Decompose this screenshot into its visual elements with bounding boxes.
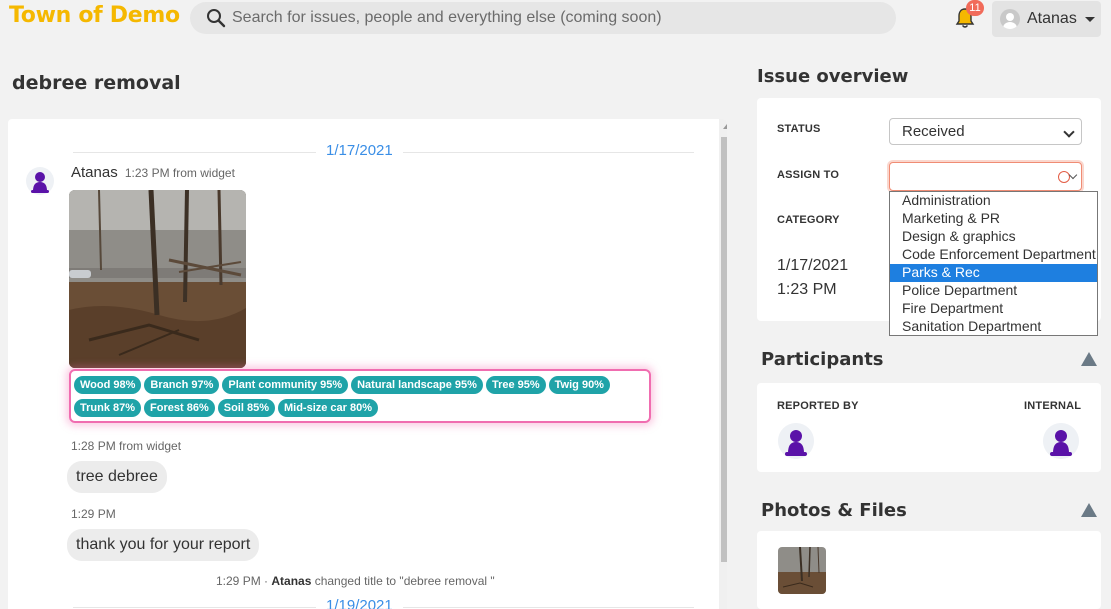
image-tag: Forest 86%	[144, 399, 215, 417]
date-separator: 1/17/2021	[73, 142, 694, 162]
image-tag: Plant community 95%	[222, 376, 349, 394]
message-meta: 1:29 PM	[71, 507, 116, 521]
message-bubble: thank you for your report	[67, 529, 260, 561]
dropdown-option[interactable]: Design & graphics	[890, 228, 1097, 246]
dropdown-option[interactable]: Fire Department	[890, 300, 1097, 318]
created-date: 1/17/2021	[777, 257, 849, 274]
report-photo[interactable]	[69, 190, 246, 368]
user-name: Atanas	[1027, 10, 1077, 27]
image-tag: Branch 97%	[144, 376, 220, 394]
assign-to-select[interactable]	[889, 162, 1082, 191]
scroll-thumb[interactable]	[721, 137, 727, 562]
issue-overview-heading: Issue overview	[757, 66, 909, 87]
image-tag: Soil 85%	[217, 399, 275, 417]
system-actor: Atanas	[271, 574, 312, 588]
system-message: 1:29 PM · Atanas changed title to "debre…	[216, 574, 495, 588]
status-label: STATUS	[777, 123, 821, 135]
system-time: 1:29 PM ·	[216, 574, 272, 588]
image-tag: Natural landscape 95%	[351, 376, 483, 394]
message-meta: 1:28 PM from widget	[71, 439, 182, 453]
message-bubble: tree debree	[67, 461, 167, 493]
date-label: 1/17/2021	[316, 142, 403, 159]
search-bar[interactable]	[190, 2, 896, 34]
brand-logo[interactable]: Town of Demo	[9, 3, 180, 28]
image-tag: Tree 95%	[485, 376, 546, 394]
author-name: Atanas	[71, 164, 118, 181]
person-icon	[26, 167, 54, 195]
message-author: Atanas 1:23 PM from widget	[71, 164, 235, 181]
internal-label: INTERNAL	[1024, 400, 1082, 412]
image-tag: Mid-size car 80%	[277, 399, 379, 417]
status-select[interactable]: Received	[889, 118, 1082, 145]
dropdown-option[interactable]: Marketing & PR	[890, 210, 1097, 228]
chevron-down-icon	[1084, 16, 1095, 22]
image-tag: Trunk 87%	[74, 399, 142, 417]
photo-thumbnail[interactable]	[778, 547, 826, 594]
image-tag: Twig 90%	[548, 376, 610, 394]
dropdown-option[interactable]: Sanitation Department	[890, 318, 1097, 336]
avatar	[1000, 9, 1020, 29]
status-value: Received	[902, 123, 965, 140]
top-bar: Town of Demo 11 Atanas	[0, 0, 1111, 38]
collapse-arrow-icon[interactable]	[1081, 503, 1097, 517]
page-title[interactable]: debree removal	[12, 72, 181, 94]
date-label: 1/19/2021	[316, 597, 403, 609]
reporter-person-icon[interactable]	[778, 423, 814, 459]
dropdown-option[interactable]: Code Enforcement Department	[890, 246, 1097, 264]
notification-badge: 11	[966, 0, 984, 16]
participants-heading: Participants	[761, 349, 884, 370]
dropdown-option[interactable]: Administration	[890, 192, 1097, 210]
collapse-arrow-icon[interactable]	[1081, 352, 1097, 366]
tag-row: Wood 98% Branch 97% Plant community 95% Nat…	[74, 376, 649, 394]
category-label: CATEGORY	[777, 214, 840, 226]
created-time: 1:23 PM	[777, 281, 837, 298]
photos-files-heading: Photos & Files	[761, 500, 907, 521]
image-tags-panel: Wood 98% Branch 97% Plant community 95% Nat…	[69, 369, 651, 423]
message-meta: 1:23 PM from widget	[124, 166, 235, 180]
internal-person-icon[interactable]	[1043, 423, 1079, 459]
user-menu-button[interactable]: Atanas	[992, 1, 1101, 37]
user-avatar-icon	[1003, 13, 1017, 29]
assign-to-dropdown: Administration Marketing & PR Design & gra…	[889, 191, 1098, 336]
reported-by-label: REPORTED BY	[777, 400, 859, 412]
dropdown-option[interactable]: Parks & Rec	[890, 264, 1097, 282]
system-text: changed title to "debree removal "	[311, 574, 495, 588]
date-separator: 1/19/2021	[73, 597, 694, 609]
chevron-down-icon	[1063, 126, 1075, 138]
forest-photo-image	[69, 190, 246, 368]
forest-thumbnail-image	[778, 547, 826, 594]
scrollbar[interactable]	[719, 119, 727, 609]
tag-row: Trunk 87% Forest 86% Soil 85% Mid-size car …	[74, 399, 649, 417]
search-input[interactable]	[232, 9, 872, 27]
image-tag: Wood 98%	[74, 376, 142, 394]
conversation-panel: 1/17/2021 Atanas 1:23 PM from widget Woo…	[8, 119, 727, 609]
chevron-down-icon[interactable]	[1068, 170, 1078, 180]
search-icon	[207, 9, 226, 28]
assign-to-label: ASSIGN TO	[777, 169, 840, 181]
scroll-up-arrow-icon[interactable]	[723, 124, 727, 129]
clear-icon[interactable]	[1058, 171, 1070, 183]
dropdown-option[interactable]: Police Department	[890, 282, 1097, 300]
